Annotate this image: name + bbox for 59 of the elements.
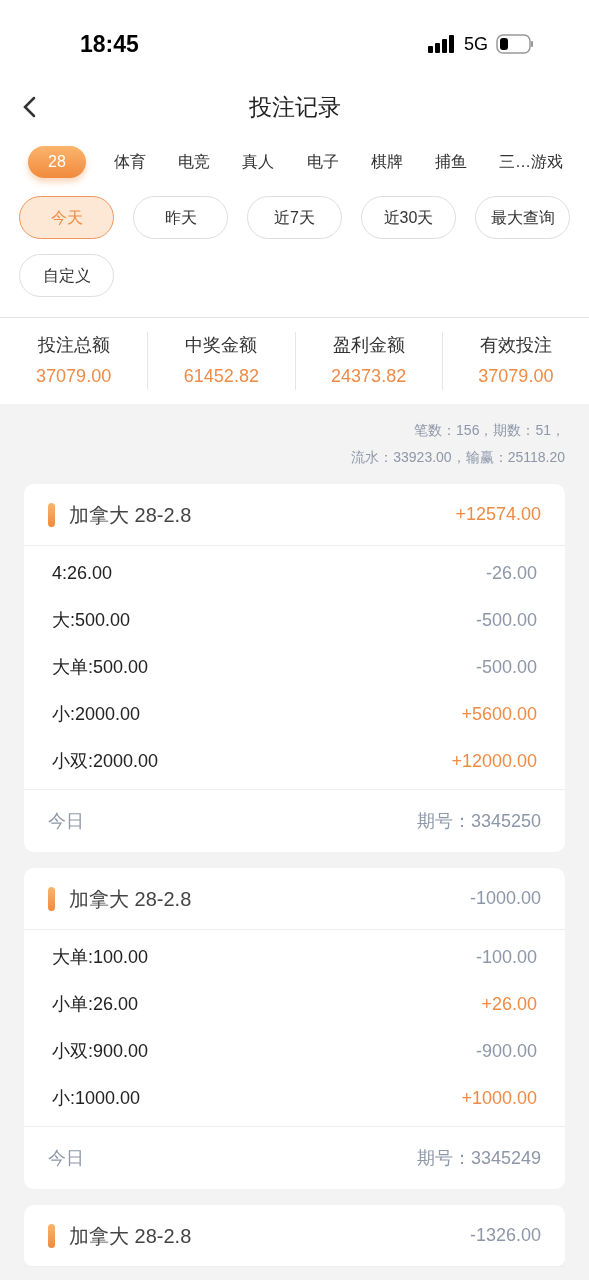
category-tab[interactable]: 电子 bbox=[302, 150, 343, 174]
bet-result: -500.00 bbox=[475, 656, 537, 679]
bet-result: -26.00 bbox=[485, 562, 537, 585]
bet-item: 小双:2000.00 bbox=[52, 750, 159, 773]
summary-label: 盈利金额 bbox=[332, 334, 405, 357]
category-tab[interactable]: 捕鱼 bbox=[430, 150, 471, 174]
date-filter-chip[interactable]: 昨天 bbox=[133, 196, 228, 239]
bet-item: 大单:100.00 bbox=[52, 946, 149, 969]
date-filter-chip[interactable]: 近30天 bbox=[361, 196, 456, 239]
bet-item: 4:26.00 bbox=[52, 562, 113, 585]
battery-icon bbox=[496, 34, 534, 54]
accent-bar-icon bbox=[48, 502, 55, 527]
network-label: 5G bbox=[464, 32, 488, 56]
summary-value: 24373.82 bbox=[331, 365, 407, 388]
record-title: 加拿大 28-2.8 bbox=[69, 886, 192, 912]
record-day: 今日 bbox=[48, 807, 84, 835]
summary-label: 有效投注 bbox=[479, 334, 552, 357]
record-total: -1000.00 bbox=[469, 887, 541, 910]
bet-item: 大单:500.00 bbox=[52, 656, 149, 679]
category-tab[interactable]: 棋牌 bbox=[366, 150, 407, 174]
record-total: -1326.00 bbox=[469, 1224, 541, 1247]
record-title: 加拿大 28-2.8 bbox=[69, 1223, 192, 1249]
summary-label: 中奖金额 bbox=[185, 334, 258, 357]
bet-result: +12000.00 bbox=[451, 750, 537, 773]
accent-bar-icon bbox=[48, 1223, 55, 1248]
summary-label: 投注总额 bbox=[37, 334, 110, 357]
back-icon[interactable] bbox=[22, 96, 36, 118]
category-tab[interactable]: 电竞 bbox=[174, 150, 215, 174]
stats-text: 笔数：156，期数：51， bbox=[414, 421, 565, 440]
bet-result: -500.00 bbox=[475, 609, 537, 632]
date-filter-chip[interactable]: 自定义 bbox=[19, 254, 114, 297]
bet-item: 小单:26.00 bbox=[52, 993, 139, 1016]
date-filter-chip[interactable]: 最大查询 bbox=[475, 196, 570, 239]
category-tab[interactable]: 真人 bbox=[238, 150, 279, 174]
bet-result: -100.00 bbox=[475, 946, 537, 969]
record-total: +12574.00 bbox=[455, 503, 541, 526]
bet-result: +26.00 bbox=[481, 993, 537, 1016]
accent-bar-icon bbox=[48, 886, 55, 911]
bet-item: 小双:900.00 bbox=[52, 1040, 149, 1063]
signal-icon bbox=[428, 35, 456, 53]
bet-item: 大:500.00 bbox=[52, 609, 131, 632]
bet-result: +1000.00 bbox=[461, 1087, 537, 1110]
summary-value: 37079.00 bbox=[36, 365, 112, 388]
category-tab[interactable]: 三…游戏 bbox=[495, 150, 567, 174]
summary-value: 37079.00 bbox=[478, 365, 554, 388]
summary-value: 61452.82 bbox=[183, 365, 259, 388]
bet-item: 小:2000.00 bbox=[52, 703, 141, 726]
bet-item: 小:1000.00 bbox=[52, 1087, 141, 1110]
bet-result: +5600.00 bbox=[461, 703, 537, 726]
issue-number: 期号：3345249 bbox=[416, 1146, 541, 1170]
status-time: 18:45 bbox=[80, 29, 139, 59]
record-day: 今日 bbox=[48, 1144, 84, 1172]
issue-number: 期号：3345250 bbox=[416, 809, 541, 833]
record-title: 加拿大 28-2.8 bbox=[69, 502, 192, 528]
page-title: 投注记录 bbox=[248, 92, 341, 122]
category-tab[interactable]: 体育 bbox=[110, 150, 151, 174]
date-filter-chip[interactable]: 近7天 bbox=[247, 196, 342, 239]
stats-text: 流水：33923.00，输赢：25118.20 bbox=[351, 448, 565, 467]
bet-result: -900.00 bbox=[475, 1040, 537, 1063]
